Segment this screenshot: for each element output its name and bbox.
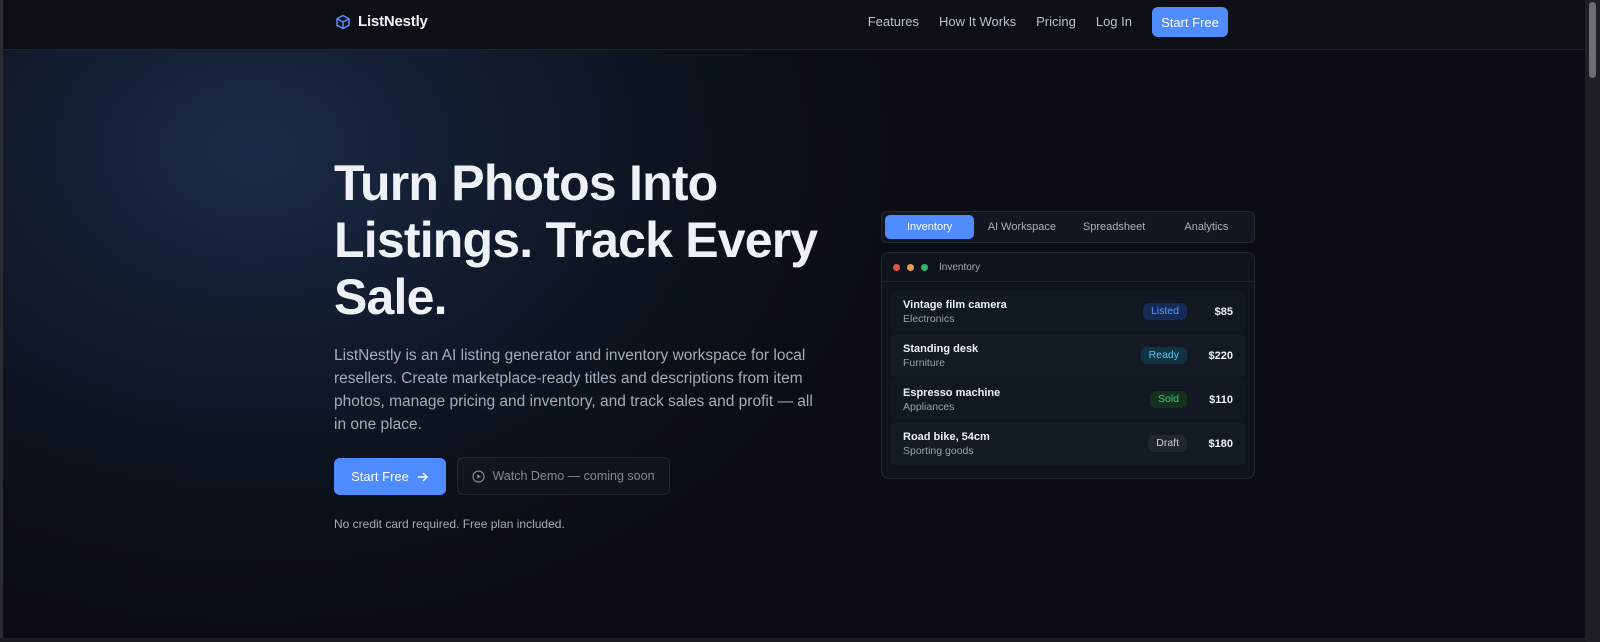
- watch-demo-label: Watch Demo — coming soon: [492, 469, 655, 483]
- nav-link-how-it-works[interactable]: How It Works: [939, 7, 1016, 37]
- item-details: Vintage film camera Electronics: [903, 298, 1143, 326]
- minimize-dot: [907, 263, 914, 271]
- item-name: Road bike, 54cm: [903, 430, 990, 443]
- status-badge: Sold: [1149, 391, 1187, 408]
- arrow-right-icon: [417, 472, 428, 481]
- page-scrollbar[interactable]: [1585, 0, 1600, 642]
- tab-ai-workspace[interactable]: AI Workspace: [977, 215, 1066, 239]
- item-category: Appliances: [903, 400, 955, 413]
- item-details: Standing desk Furniture: [903, 342, 1141, 370]
- tab-inventory[interactable]: Inventory: [885, 215, 975, 239]
- window-title: Inventory: [939, 261, 981, 273]
- start-free-label: Start Free: [351, 469, 409, 484]
- list-item[interactable]: Road bike, 54cm Sporting goods Draft $18…: [891, 422, 1245, 465]
- nav-link-log-in[interactable]: Log In: [1096, 7, 1132, 37]
- brand-logo[interactable]: ListNestly: [335, 13, 428, 30]
- play-circle-icon: [472, 469, 486, 483]
- tab-spreadsheet[interactable]: Spreadsheet: [1070, 215, 1159, 239]
- brand-name: ListNestly: [358, 13, 428, 30]
- window-bottom-edge: [0, 638, 1600, 642]
- nav-link-features[interactable]: Features: [868, 7, 919, 37]
- cube-icon: [336, 14, 350, 29]
- hero-title: Turn Photos Into Listings. Track Every S…: [334, 155, 818, 325]
- watch-demo-button[interactable]: Watch Demo — coming soon: [457, 457, 670, 495]
- nav-link-pricing[interactable]: Pricing: [1036, 7, 1076, 37]
- item-category: Furniture: [903, 356, 946, 369]
- nav-links: Features How It Works Pricing Log In Sta…: [868, 7, 1228, 37]
- item-name: Vintage film camera: [903, 298, 1007, 311]
- item-category: Electronics: [903, 312, 955, 325]
- maximize-dot: [921, 263, 928, 271]
- hero-note: No credit card required. Free plan inclu…: [334, 517, 565, 531]
- tab-analytics[interactable]: Analytics: [1162, 215, 1251, 239]
- list-item[interactable]: Standing desk Furniture Ready $220: [891, 334, 1245, 377]
- item-name: Espresso machine: [903, 386, 1001, 399]
- scrollbar-thumb[interactable]: [1589, 2, 1596, 78]
- item-category: Sporting goods: [903, 444, 974, 457]
- status-badge: Ready: [1140, 347, 1187, 364]
- preview-tabs: Inventory AI Workspace Spreadsheet Analy…: [881, 211, 1255, 243]
- item-price: $85: [1214, 305, 1233, 318]
- item-name: Standing desk: [903, 342, 979, 355]
- list-item[interactable]: Espresso machine Appliances Sold $110: [891, 378, 1245, 421]
- status-badge: Listed: [1142, 303, 1187, 320]
- window-titlebar: Inventory: [882, 253, 1254, 282]
- list-item[interactable]: Vintage film camera Electronics Listed $…: [891, 290, 1245, 333]
- hero-description: ListNestly is an AI listing generator an…: [334, 347, 813, 433]
- item-price: $180: [1208, 437, 1233, 450]
- start-free-button[interactable]: Start Free: [334, 458, 446, 495]
- inventory-preview-card: Inventory Vintage film camera Electronic…: [881, 252, 1255, 479]
- item-details: Road bike, 54cm Sporting goods: [903, 430, 1148, 458]
- item-details: Espresso machine Appliances: [903, 386, 1150, 414]
- item-price: $220: [1208, 349, 1233, 362]
- nav-start-free-button[interactable]: Start Free: [1152, 7, 1228, 37]
- item-price: $110: [1209, 393, 1233, 406]
- top-navigation: ListNestly Features How It Works Pricing…: [3, 0, 1585, 50]
- close-dot: [893, 263, 900, 271]
- status-badge: Draft: [1148, 435, 1187, 452]
- inventory-list: Vintage film camera Electronics Listed $…: [882, 282, 1254, 465]
